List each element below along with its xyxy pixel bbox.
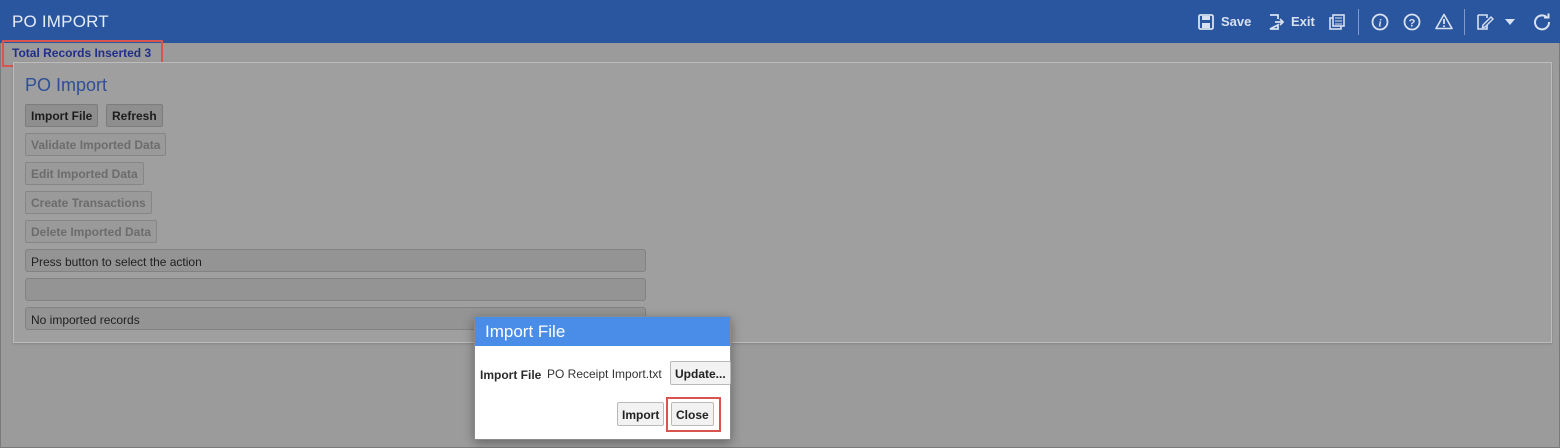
toolbar-divider xyxy=(1358,9,1359,35)
delete-imported-data-button[interactable]: Delete Imported Data xyxy=(25,220,158,243)
toolbar-divider xyxy=(1464,9,1465,35)
import-file-button[interactable]: Import File xyxy=(25,104,99,127)
svg-text:i: i xyxy=(1378,17,1382,29)
panel-title: PO Import xyxy=(25,75,108,95)
exit-label: Exit xyxy=(1291,14,1315,29)
save-button[interactable]: Save xyxy=(1198,0,1251,43)
info-button[interactable]: i xyxy=(1371,0,1389,43)
edit-note-button[interactable] xyxy=(1476,0,1494,43)
report-icon xyxy=(1329,13,1347,30)
reload-button[interactable] xyxy=(1533,0,1551,43)
app-header: PO IMPORT Save Exit i ? xyxy=(0,0,1560,43)
action-message-field: Press button to select the action xyxy=(25,249,646,272)
warning-icon xyxy=(1435,13,1453,30)
validate-imported-data-button[interactable]: Validate Imported Data xyxy=(25,133,167,156)
help-icon: ? xyxy=(1403,13,1421,31)
dialog-title: Import File xyxy=(475,317,730,346)
refresh-icon xyxy=(1533,13,1551,31)
update-button[interactable]: Update... xyxy=(670,361,731,385)
report-button[interactable] xyxy=(1329,0,1347,43)
app-title: PO IMPORT xyxy=(12,12,109,31)
exit-icon xyxy=(1268,13,1285,30)
create-transactions-button[interactable]: Create Transactions xyxy=(25,191,152,214)
save-label: Save xyxy=(1221,14,1252,29)
chevron-down-icon xyxy=(1504,18,1516,26)
edit-note-icon xyxy=(1476,13,1494,31)
more-options-dropdown[interactable] xyxy=(1504,0,1516,43)
close-button-highlight xyxy=(666,397,721,432)
import-file-dialog: Import File Import File PO Receipt Impor… xyxy=(474,316,731,440)
edit-imported-data-button[interactable]: Edit Imported Data xyxy=(25,162,144,185)
import-file-label: Import File xyxy=(480,368,542,382)
refresh-button[interactable]: Refresh xyxy=(106,104,163,127)
progress-field xyxy=(25,278,646,301)
import-file-name: PO Receipt Import.txt xyxy=(547,367,662,381)
warning-button[interactable] xyxy=(1435,0,1453,43)
svg-text:?: ? xyxy=(1409,17,1416,29)
exit-button[interactable]: Exit xyxy=(1268,0,1315,43)
help-button[interactable]: ? xyxy=(1403,0,1421,43)
info-icon: i xyxy=(1371,13,1389,31)
po-import-panel: PO Import Import File Refresh Validate I… xyxy=(13,62,1552,343)
save-icon xyxy=(1198,13,1215,30)
import-button[interactable]: Import xyxy=(617,402,665,426)
